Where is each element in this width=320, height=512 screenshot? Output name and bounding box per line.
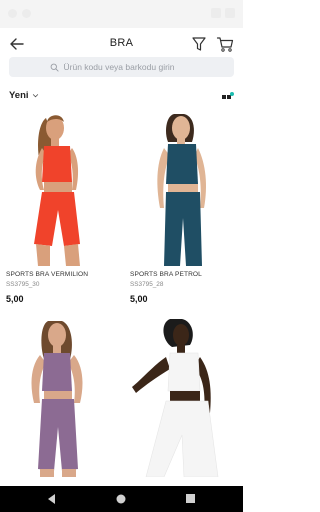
search-icon bbox=[50, 63, 59, 72]
chevron-down-icon bbox=[32, 94, 38, 98]
product-image[interactable] bbox=[124, 106, 242, 266]
product-card[interactable] bbox=[0, 317, 118, 477]
product-card[interactable] bbox=[124, 317, 242, 477]
filter-funnel-icon[interactable] bbox=[191, 35, 207, 53]
search-bar[interactable] bbox=[9, 57, 234, 77]
sort-label: Yeni bbox=[9, 90, 29, 101]
grid-view-icon[interactable] bbox=[222, 92, 234, 100]
search-input[interactable] bbox=[63, 62, 194, 72]
status-icon bbox=[22, 9, 31, 18]
product-image[interactable] bbox=[0, 106, 118, 266]
product-code: SS3795_30 bbox=[6, 281, 40, 288]
status-right bbox=[211, 8, 235, 18]
status-icon bbox=[8, 9, 17, 18]
product-name: SPORTS BRA PETROL bbox=[130, 271, 202, 278]
sort-dropdown[interactable]: Yeni bbox=[9, 90, 39, 101]
signal-icon bbox=[211, 8, 221, 18]
home-circle-icon[interactable] bbox=[115, 493, 127, 505]
system-nav-bar bbox=[0, 486, 243, 512]
product-code: SS3795_28 bbox=[130, 281, 164, 288]
shopping-cart-icon[interactable] bbox=[216, 35, 234, 53]
product-price: 5,00 bbox=[6, 294, 24, 304]
app-header: BRA bbox=[0, 28, 243, 60]
status-left bbox=[8, 9, 31, 18]
product-image[interactable] bbox=[0, 317, 118, 477]
status-bar bbox=[0, 0, 243, 28]
back-triangle-icon[interactable] bbox=[46, 493, 56, 505]
product-card[interactable]: SPORTS BRA VERMILION SS3795_30 5,00 bbox=[0, 106, 118, 304]
product-image[interactable] bbox=[124, 317, 242, 477]
battery-icon bbox=[225, 8, 235, 18]
product-card[interactable]: SPORTS BRA PETROL SS3795_28 5,00 bbox=[124, 106, 242, 304]
recents-square-icon[interactable] bbox=[185, 493, 196, 504]
sort-bar: Yeni bbox=[0, 88, 243, 104]
product-price: 5,00 bbox=[130, 294, 148, 304]
product-name: SPORTS BRA VERMILION bbox=[6, 271, 89, 278]
